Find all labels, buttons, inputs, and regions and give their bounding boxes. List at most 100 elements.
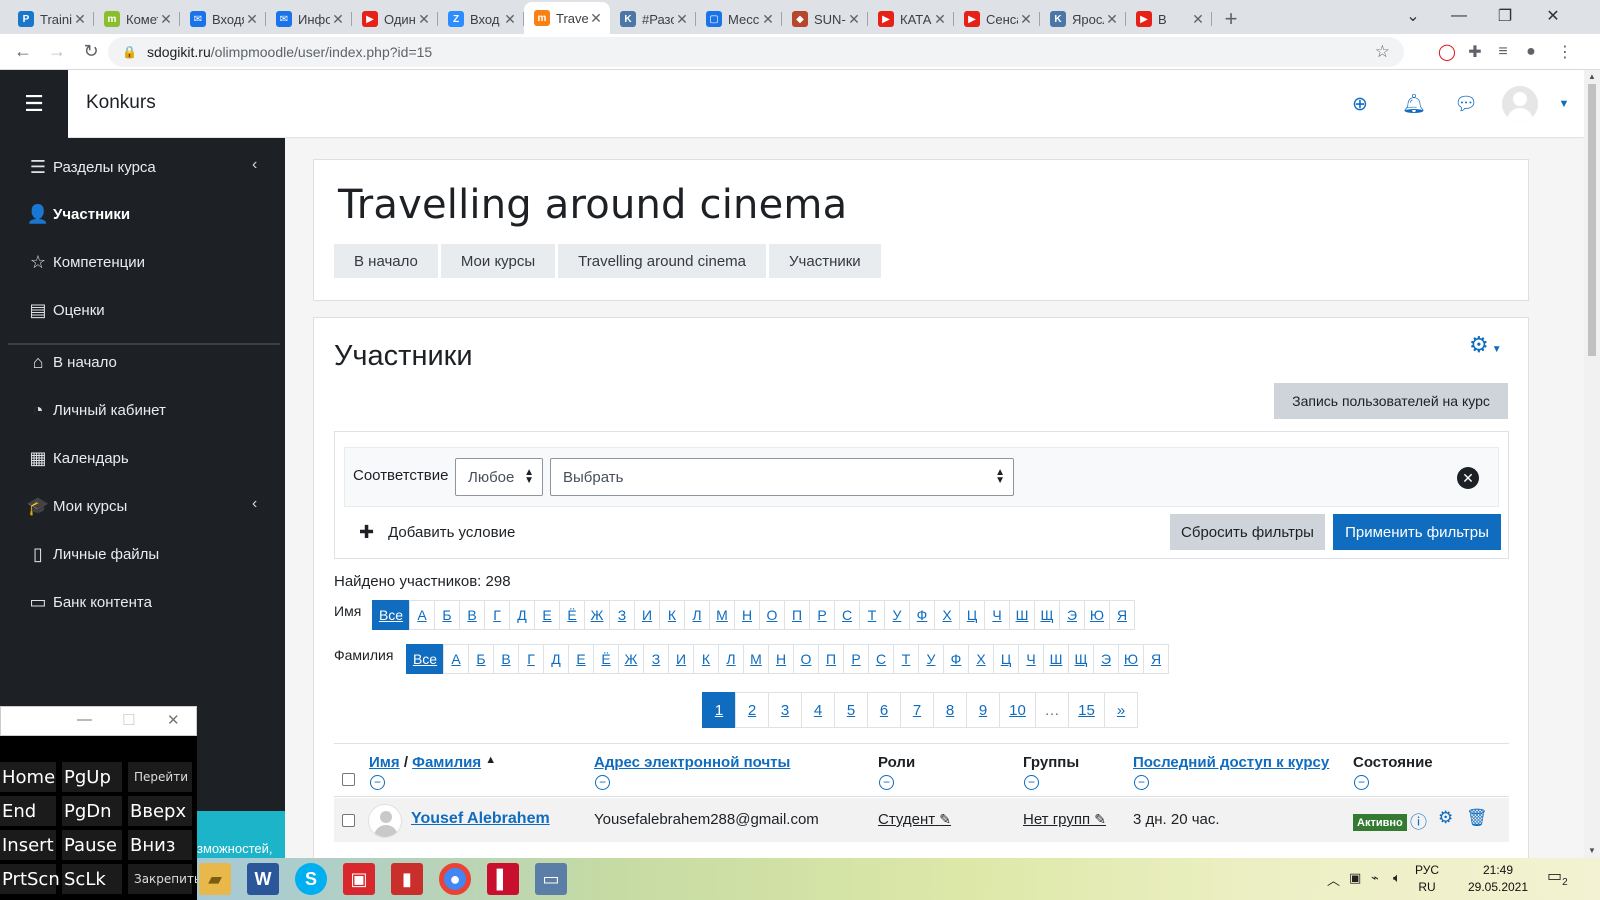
- key-insert[interactable]: Insert: [0, 830, 56, 860]
- lastname-initial-letter[interactable]: Е: [568, 644, 594, 674]
- tab-close-icon[interactable]: ✕: [1190, 11, 1206, 28]
- edit-pencil-icon[interactable]: ✎: [939, 811, 951, 827]
- firstname-initial-letter[interactable]: Х: [934, 600, 960, 630]
- key-end[interactable]: End: [0, 796, 56, 826]
- key-перейти[interactable]: Перейти: [128, 762, 192, 792]
- drawer-item-gradebook[interactable]: ▤ Оценки: [26, 298, 104, 322]
- drawer-item-star[interactable]: ☆ Компетенции: [26, 250, 145, 274]
- tab-close-icon[interactable]: ✕: [1104, 11, 1120, 28]
- taskbar-clock[interactable]: 21:49 29.05.2021: [1463, 862, 1533, 896]
- remove-filter-icon[interactable]: ✕: [1457, 467, 1479, 489]
- apply-filters-button[interactable]: Применить фильтры: [1333, 514, 1501, 550]
- browser-menu-icon[interactable]: ⋮: [1552, 39, 1578, 65]
- sort-lastname-link[interactable]: Фамилия: [412, 754, 481, 771]
- collapse-roles-icon[interactable]: −: [879, 775, 894, 790]
- tab-close-icon[interactable]: ✕: [502, 11, 518, 28]
- tab-close-icon[interactable]: ✕: [330, 11, 346, 28]
- page-link[interactable]: 8: [933, 692, 967, 728]
- chrome-icon[interactable]: ●: [439, 863, 471, 895]
- drawer-item-clipboard[interactable]: ▭ Банк контента: [26, 590, 151, 614]
- firstname-initial-letter[interactable]: Ф: [909, 600, 935, 630]
- lastname-initial-letter[interactable]: Ш: [1043, 644, 1069, 674]
- lastname-initial-letter[interactable]: Д: [543, 644, 569, 674]
- lastname-initial-letter[interactable]: И: [668, 644, 694, 674]
- tab-search-icon[interactable]: ⌄: [1390, 0, 1436, 32]
- enrol-users-button[interactable]: Запись пользователей на курс: [1274, 383, 1508, 419]
- lastname-initial-letter[interactable]: Ю: [1118, 644, 1144, 674]
- firstname-initial-letter[interactable]: В: [459, 600, 485, 630]
- filter-type-select[interactable]: Выбрать ▲ ▼: [550, 458, 1014, 496]
- tab-youtube[interactable]: ▶ Один ✕: [352, 4, 438, 34]
- page-link[interactable]: 4: [801, 692, 835, 728]
- tray-network-icon[interactable]: ⌁: [1371, 870, 1379, 886]
- minimize-icon[interactable]: —: [1436, 0, 1482, 32]
- tray-device-icon[interactable]: ▣: [1349, 870, 1361, 886]
- key-sclk[interactable]: ScLk: [62, 864, 122, 894]
- user-menu-caret-icon[interactable]: ▼: [1550, 90, 1578, 118]
- page-link[interactable]: 5: [834, 692, 868, 728]
- page-link[interactable]: 15: [1068, 692, 1105, 728]
- sort-firstname-link[interactable]: Имя: [369, 754, 400, 771]
- tab-youtube[interactable]: ▶ В ✕: [1126, 4, 1212, 34]
- firstname-initial-all[interactable]: Все: [372, 600, 410, 630]
- drawer-item-users[interactable]: 👤 Участники: [26, 202, 130, 226]
- drawer-item-dashboard[interactable]: ◔ Личный кабинет: [26, 398, 166, 422]
- firstname-initial-letter[interactable]: К: [659, 600, 685, 630]
- messages-icon[interactable]: 💬︎: [1452, 90, 1480, 118]
- firstname-initial-letter[interactable]: Д: [509, 600, 535, 630]
- firstname-initial-letter[interactable]: Т: [859, 600, 885, 630]
- tab-close-icon[interactable]: ✕: [1018, 11, 1034, 28]
- breadcrumb-item[interactable]: Мои курсы: [437, 244, 556, 278]
- tab-youtube[interactable]: ▶ КАТА ✕: [868, 4, 954, 34]
- firstname-initial-letter[interactable]: Ё: [559, 600, 585, 630]
- tab-vk[interactable]: K #Разо ✕: [610, 4, 696, 34]
- language-globe-icon[interactable]: ⊕: [1346, 90, 1374, 118]
- tab-messenger[interactable]: ▢ Месс ✕: [696, 4, 782, 34]
- sort-email-link[interactable]: Адрес электронной почты: [594, 754, 790, 771]
- edit-pencil-icon[interactable]: ✎: [1094, 811, 1106, 827]
- next-page-link[interactable]: »: [1104, 692, 1138, 728]
- tab-moodle-m[interactable]: m Комет✕: [94, 4, 180, 34]
- firstname-initial-letter[interactable]: О: [759, 600, 785, 630]
- keyboard-close-icon[interactable]: ✕: [167, 711, 180, 729]
- reset-filters-button[interactable]: Сбросить фильтры: [1170, 514, 1325, 550]
- tray-volume-icon[interactable]: 🔈︎: [1393, 870, 1401, 886]
- lastname-initial-letter[interactable]: Б: [468, 644, 494, 674]
- lastname-initial-letter[interactable]: Л: [718, 644, 744, 674]
- lastname-initial-letter[interactable]: Я: [1143, 644, 1169, 674]
- firstname-initial-letter[interactable]: Р: [809, 600, 835, 630]
- computer-app-icon[interactable]: ▭: [535, 863, 567, 895]
- firstname-initial-letter[interactable]: У: [884, 600, 910, 630]
- firstname-initial-letter[interactable]: Ю: [1084, 600, 1110, 630]
- lastname-initial-letter[interactable]: А: [443, 644, 469, 674]
- scrollbar-thumb[interactable]: [1588, 84, 1596, 356]
- media-queue-icon[interactable]: ≡: [1490, 39, 1516, 65]
- breadcrumb-item[interactable]: Участники: [766, 244, 881, 278]
- tab-close-icon[interactable]: ✕: [416, 11, 432, 28]
- tab-mail[interactable]: ✉ Инфо ✕: [266, 4, 352, 34]
- firstname-initial-letter[interactable]: Б: [434, 600, 460, 630]
- firstname-initial-letter[interactable]: Щ: [1034, 600, 1060, 630]
- scroll-up-arrow-icon[interactable]: ▲: [1588, 72, 1596, 81]
- firstname-initial-letter[interactable]: Я: [1109, 600, 1135, 630]
- firstname-initial-letter[interactable]: М: [709, 600, 735, 630]
- lastname-initial-letter[interactable]: Ч: [1018, 644, 1044, 674]
- match-select[interactable]: Любое ▲ ▼: [455, 458, 543, 496]
- lastname-initial-all[interactable]: Все: [406, 644, 444, 674]
- firstname-initial-letter[interactable]: Ч: [984, 600, 1010, 630]
- breadcrumb-item[interactable]: Travelling around cinema: [555, 244, 767, 278]
- new-tab-icon[interactable]: +: [1216, 4, 1246, 34]
- firstname-initial-letter[interactable]: З: [609, 600, 635, 630]
- firstname-initial-letter[interactable]: И: [634, 600, 660, 630]
- drawer-item-file[interactable]: ▯ Личные файлы: [26, 542, 159, 566]
- firstname-initial-letter[interactable]: Л: [684, 600, 710, 630]
- trash-icon[interactable]: 🗑︎: [1466, 808, 1488, 828]
- tab-close-icon[interactable]: ✕: [760, 11, 776, 28]
- tab-pluralsight[interactable]: P Training✕: [8, 4, 94, 34]
- lastname-initial-letter[interactable]: О: [793, 644, 819, 674]
- tab-close-icon[interactable]: ✕: [846, 11, 862, 28]
- page-scrollbar[interactable]: ▲ ▼: [1584, 70, 1600, 858]
- lastname-initial-letter[interactable]: С: [868, 644, 894, 674]
- info-icon[interactable]: ⓘ: [1410, 808, 1427, 833]
- extensions-puzzle-icon[interactable]: ✚: [1462, 39, 1488, 65]
